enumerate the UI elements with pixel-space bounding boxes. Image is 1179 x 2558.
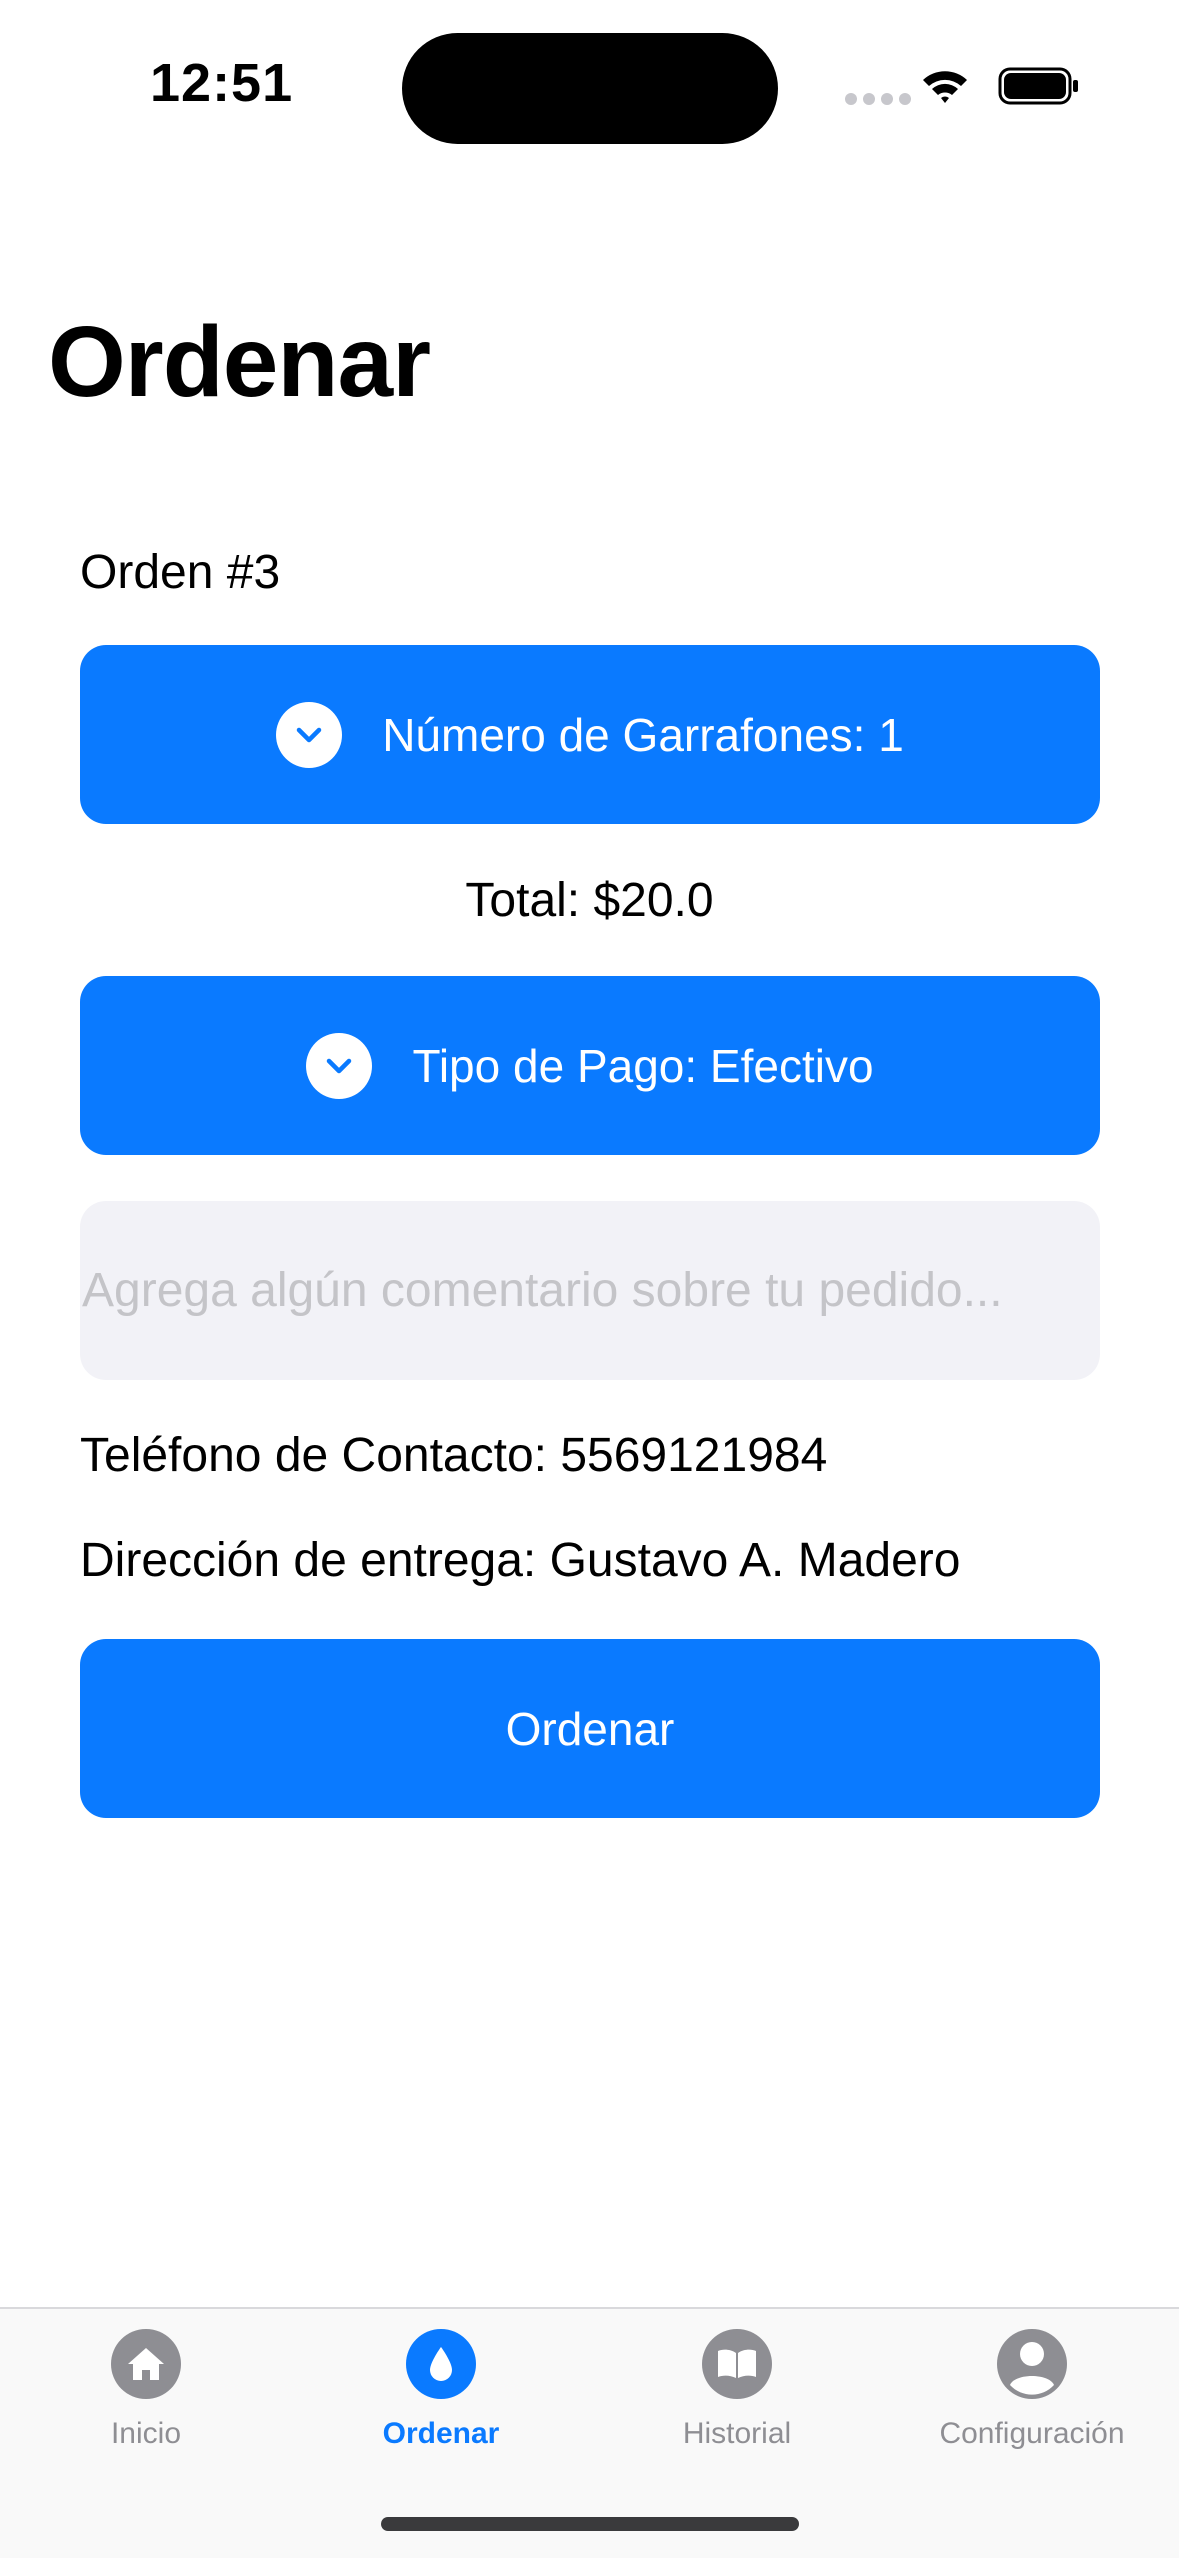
order-total: Total: $20.0 — [465, 874, 714, 927]
drop-icon — [406, 2329, 476, 2399]
battery-icon — [998, 67, 1078, 105]
dynamic-island — [402, 33, 778, 144]
tab-inicio[interactable]: Inicio — [1, 2329, 291, 2451]
tab-label: Configuración — [939, 2417, 1125, 2450]
home-indicator — [381, 2517, 799, 2531]
order-number: Orden #3 — [80, 546, 281, 599]
tab-label: Historial — [682, 2417, 792, 2450]
tab-label: Inicio — [110, 2417, 182, 2450]
payment-type-label: Tipo de Pago: Efectivo — [412, 1039, 874, 1092]
chevron-down-icon — [276, 701, 343, 768]
signal-dots-icon — [845, 93, 911, 105]
tab-configuracion[interactable]: Configuración — [887, 2329, 1177, 2451]
chevron-down-icon — [306, 1032, 373, 1099]
page-title: Ordenar — [48, 306, 431, 418]
comment-input[interactable] — [80, 1201, 1100, 1380]
order-button[interactable]: Ordenar — [80, 1639, 1100, 1818]
garrafones-selector-button[interactable]: Número de Garrafones: 1 — [80, 645, 1100, 824]
house-icon — [111, 2329, 181, 2399]
payment-type-selector-button[interactable]: Tipo de Pago: Efectivo — [80, 976, 1100, 1155]
garrafones-label: Número de Garrafones: 1 — [382, 708, 904, 761]
tab-historial[interactable]: Historial — [592, 2329, 882, 2451]
wifi-icon — [923, 71, 967, 103]
status-time: 12:51 — [150, 53, 294, 113]
book-icon — [702, 2329, 772, 2399]
delivery-address: Dirección de entrega: Gustavo A. Madero — [80, 1534, 961, 1587]
tab-ordenar[interactable]: Ordenar — [296, 2329, 586, 2451]
contact-phone: Teléfono de Contacto: 5569121984 — [80, 1429, 828, 1482]
tab-label: Ordenar — [382, 2417, 500, 2450]
person-icon — [997, 2329, 1067, 2399]
